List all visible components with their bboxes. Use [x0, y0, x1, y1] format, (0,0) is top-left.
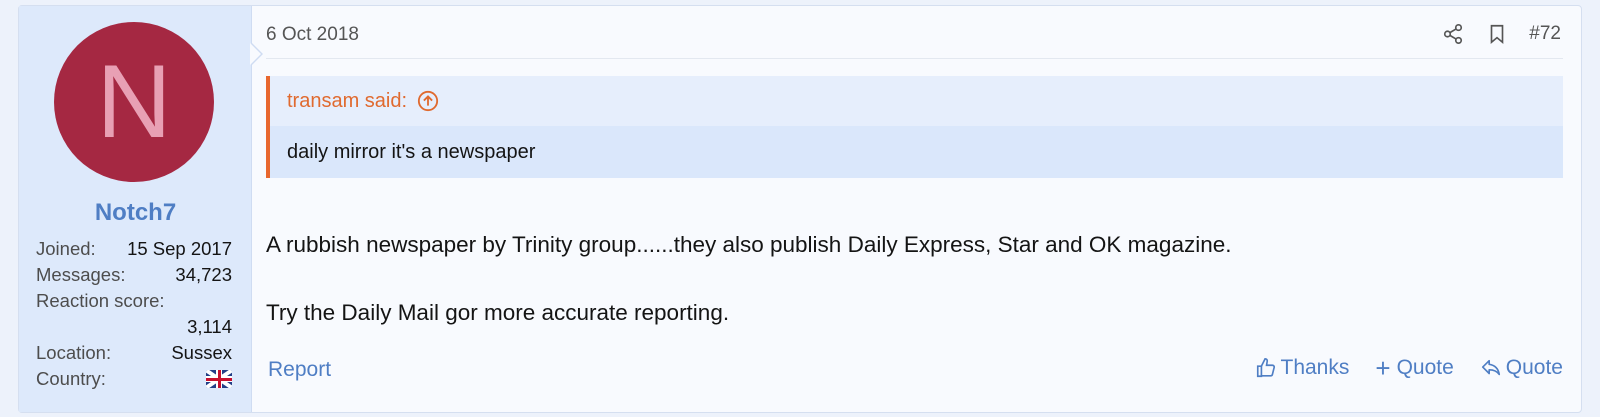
thumbs-up-icon — [1256, 358, 1275, 378]
quote-body: daily mirror it's a newspaper — [270, 126, 1563, 178]
quote-header[interactable]: transam said: — [270, 76, 1563, 126]
stat-country: Country: — [36, 366, 232, 392]
message-paragraph: Try the Daily Mail gor more accurate rep… — [266, 300, 730, 325]
stat-label: Messages: — [36, 264, 126, 285]
stat-label: Joined: — [36, 238, 96, 259]
message-body: A rubbish newspaper by Trinity group....… — [266, 228, 1232, 330]
reply-icon — [1481, 359, 1500, 376]
stat-messages: Messages: 34,723 — [36, 262, 232, 288]
quote-author[interactable]: transam said: — [287, 90, 407, 113]
forum-post: N Notch7 Joined: 15 Sep 2017 Messages: 3… — [18, 5, 1582, 413]
stat-label: Reaction score: — [36, 290, 165, 311]
uk-flag-icon — [206, 370, 232, 388]
quote-block: transam said: daily mirror it's a newspa… — [266, 76, 1563, 178]
quote-reply-button[interactable]: Quote — [1480, 356, 1563, 380]
username-link[interactable]: Notch7 — [19, 199, 252, 227]
header-divider — [266, 58, 1563, 59]
user-info-panel: N Notch7 Joined: 15 Sep 2017 Messages: 3… — [19, 6, 252, 412]
plus-icon: + — [1375, 353, 1391, 383]
multi-quote-label: Quote — [1396, 356, 1454, 379]
stat-value: 3,114 — [187, 316, 232, 337]
stat-reaction-score-label: Reaction score: — [36, 288, 232, 314]
post-date-link[interactable]: 6 Oct 2018 — [266, 24, 359, 46]
post-header-tools: #72 — [1441, 22, 1561, 46]
stat-reaction-score-value: 3,114 — [36, 314, 232, 340]
share-icon[interactable] — [1441, 22, 1465, 46]
quote-text: daily mirror it's a newspaper — [287, 140, 536, 163]
bookmark-icon[interactable] — [1485, 22, 1509, 46]
stat-value: Sussex — [171, 342, 232, 363]
stat-label: Country: — [36, 368, 106, 389]
avatar[interactable]: N — [54, 22, 214, 182]
stat-value: 15 Sep 2017 — [127, 238, 232, 259]
report-link[interactable]: Report — [268, 358, 331, 382]
quote-label: Quote — [1505, 356, 1563, 379]
stat-value: 34,723 — [175, 264, 232, 285]
post-main: 6 Oct 2018 #72 transam said: daily mirro… — [266, 6, 1581, 412]
thanks-label: Thanks — [1280, 356, 1350, 379]
stat-location: Location: Sussex — [36, 340, 232, 366]
multi-quote-button[interactable]: + Quote — [1375, 353, 1454, 383]
jump-to-quote-icon[interactable] — [417, 90, 439, 112]
stat-joined: Joined: 15 Sep 2017 — [36, 236, 232, 262]
post-actions: Thanks + Quote Quote — [1255, 353, 1563, 383]
user-arrow — [250, 42, 263, 66]
post-number-link[interactable]: #72 — [1529, 23, 1561, 45]
stat-label: Location: — [36, 342, 112, 363]
thanks-button[interactable]: Thanks — [1255, 356, 1350, 380]
message-paragraph: A rubbish newspaper by Trinity group....… — [266, 232, 1232, 257]
